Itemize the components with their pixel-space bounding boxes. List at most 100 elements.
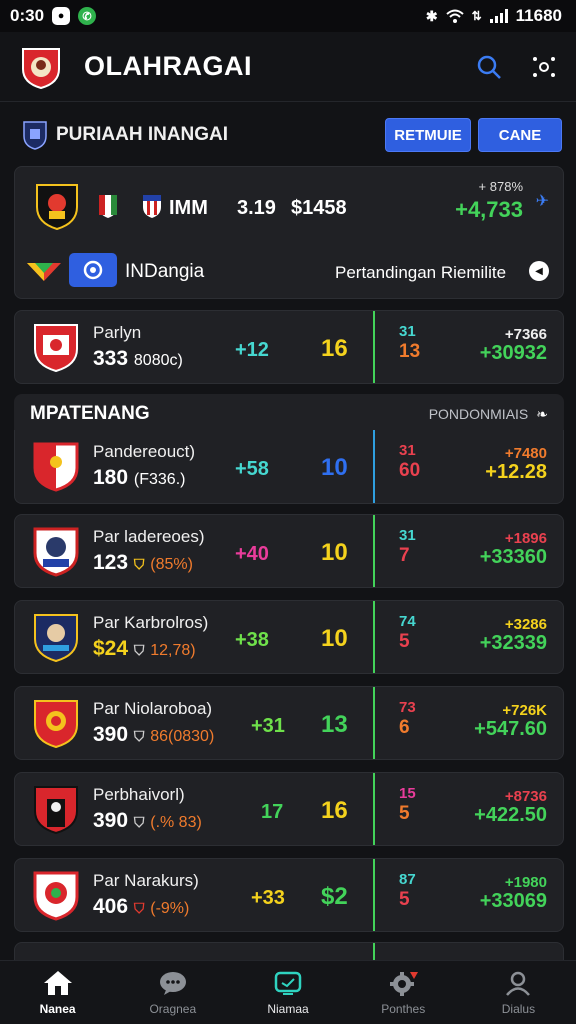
- small-stat: 31 7: [399, 527, 416, 565]
- app-logo-crest: [22, 47, 60, 89]
- score-value: $24: [93, 637, 129, 660]
- small-stat-big: 7: [399, 545, 410, 566]
- standing-row[interactable]: Pandereouct) 180 (F336.) +58 10 31 60 +74…: [14, 430, 564, 504]
- score-value: 390: [93, 809, 129, 832]
- featured-amount: $1458: [291, 197, 347, 219]
- shield-badge-icon: ⛉: [133, 728, 145, 744]
- points: $2: [321, 883, 348, 910]
- small-stat-big: 5: [399, 889, 410, 910]
- league-badge-button[interactable]: [69, 253, 117, 287]
- goal-diff: +40: [235, 543, 269, 565]
- right-stat-big: +32339: [479, 632, 547, 654]
- shield-badge-icon: ⛉: [133, 900, 145, 916]
- nav-tv[interactable]: Niamaa: [230, 961, 345, 1024]
- divider: [373, 311, 375, 383]
- team-crest: [34, 786, 78, 835]
- standing-row[interactable]: Par Karbrolros) $24 ⛉ 12,78) +38 10 74 5 …: [14, 600, 564, 674]
- nav-chat[interactable]: Oragnea: [115, 961, 230, 1024]
- score-value: 390: [93, 723, 129, 746]
- pin-icon[interactable]: ✈: [536, 191, 549, 211]
- wifi-icon: [445, 9, 464, 23]
- globe-icon: [83, 260, 103, 280]
- team-crest: [33, 442, 79, 492]
- right-stat-big: +12.28: [485, 461, 547, 483]
- status-bar: 0:30 ● ✆ ✱ ⇅ 11680: [0, 0, 576, 32]
- status-left: 0:30 ● ✆: [10, 6, 97, 26]
- featured-team: IMM: [169, 197, 208, 219]
- right-stat: +726K +547.60: [474, 701, 547, 739]
- right-stat-top: +8736: [504, 788, 547, 805]
- section-link[interactable]: PONDONMIAIS ❧: [429, 406, 548, 423]
- status-clock-right: 11680: [515, 6, 562, 25]
- right-stat-big: +30932: [479, 342, 547, 364]
- right-stat-big: +547.60: [474, 718, 547, 740]
- small-stat-big: 6: [399, 717, 410, 738]
- team-score: 390 ⛉ 86(0830): [93, 723, 214, 747]
- points: 10: [321, 454, 348, 481]
- bluetooth-icon: ✱: [425, 7, 438, 24]
- right-stat-top: +7480: [504, 445, 547, 462]
- small-stat-top: 31: [399, 323, 416, 340]
- standing-row[interactable]: Par ladereoes) 123 ⛉ (85%) +40 10 31 7 +1…: [14, 514, 564, 588]
- subheader: PURIAAH INANGAI RETMUIE CANE: [0, 112, 576, 158]
- standing-row[interactable]: Perbhaivorl) 390 ⛉ (.% 83) 17 16 15 5 +87…: [14, 772, 564, 846]
- nav-label: Nanea: [39, 1001, 76, 1016]
- small-stat-top: 74: [399, 613, 416, 630]
- right-stat: +1980 +33069: [480, 873, 547, 911]
- standing-row[interactable]: Par Narakurs) 406 ⛉ (-9%) +33 $2 87 5 +19…: [14, 858, 564, 932]
- team-name: Par Narakurs): [93, 871, 199, 890]
- small-stat: 87 5: [399, 871, 416, 909]
- team-name: Perbhaivorl): [93, 785, 185, 804]
- standing-row-first[interactable]: Parlyn 333 8080c) +12 16 31 13 +7366 +3093…: [14, 310, 564, 384]
- standing-row[interactable]: Par Niolaroboa) 390 ⛉ 86(0830) +31 13 73…: [14, 686, 564, 760]
- search-icon[interactable]: [476, 54, 502, 80]
- points: 16: [321, 335, 348, 362]
- section-title: MPATENANG: [30, 403, 150, 424]
- featured-team-crest: [36, 184, 78, 231]
- home-icon: [43, 970, 72, 995]
- chat-bubble-icon: [159, 971, 186, 995]
- small-stat: 74 5: [399, 613, 416, 651]
- goal-diff: +12: [235, 339, 269, 361]
- score-paren: (F336.): [133, 471, 186, 488]
- header-actions: [476, 54, 556, 80]
- team-score: 180 (F336.): [93, 466, 185, 490]
- score-value: 333: [93, 347, 129, 370]
- small-stat-big: 13: [399, 341, 421, 362]
- goal-diff: +31: [251, 715, 285, 737]
- nav-home[interactable]: Nanea: [0, 961, 115, 1024]
- status-right: ✱ ⇅ 11680: [426, 6, 562, 26]
- shield-badge-icon: ⛉: [133, 814, 145, 830]
- right-stat-top: +1896: [504, 530, 547, 547]
- divider: [373, 773, 375, 845]
- status-time: 0:30: [10, 6, 45, 25]
- small-stat: 31 13: [399, 323, 420, 361]
- data-icon: ⇅: [471, 9, 482, 23]
- tv-icon: [274, 971, 302, 995]
- featured-match-card[interactable]: IMM 3.19 $1458 + 878% +4,733 ✈ INDangia …: [14, 166, 564, 299]
- team-score: 333 8080c): [93, 347, 183, 371]
- filter-button[interactable]: RETMUIE: [385, 118, 471, 152]
- team-crest: [34, 614, 78, 663]
- notification-icon: ●: [52, 7, 71, 25]
- featured-link[interactable]: Pertandingan Riemilite: [335, 263, 506, 283]
- right-stat-big: +33360: [479, 546, 547, 568]
- right-stat: +8736 +422.50: [474, 787, 547, 825]
- team-crest: [33, 871, 79, 921]
- nav-label: Oragnea: [149, 1001, 197, 1016]
- right-stat-top: +7366: [504, 326, 547, 343]
- nav-settings[interactable]: Ponthes: [346, 961, 461, 1024]
- goal-diff: +33: [251, 887, 285, 909]
- nav-label: Ponthes: [381, 1001, 426, 1016]
- points: 16: [321, 797, 348, 824]
- team-score: 406 ⛉ (-9%): [93, 895, 189, 919]
- right-stat: +7480 +12.28: [485, 444, 547, 482]
- nav-profile[interactable]: Dialus: [461, 961, 576, 1024]
- right-stat-big: +33069: [479, 890, 547, 912]
- team-crest: [34, 700, 78, 749]
- cancel-button[interactable]: CANE: [478, 118, 562, 152]
- points: 13: [321, 711, 348, 738]
- team-score: 390 ⛉ (.% 83): [93, 809, 202, 833]
- share-nodes-icon[interactable]: [532, 55, 556, 79]
- play-icon[interactable]: ◀: [529, 261, 549, 281]
